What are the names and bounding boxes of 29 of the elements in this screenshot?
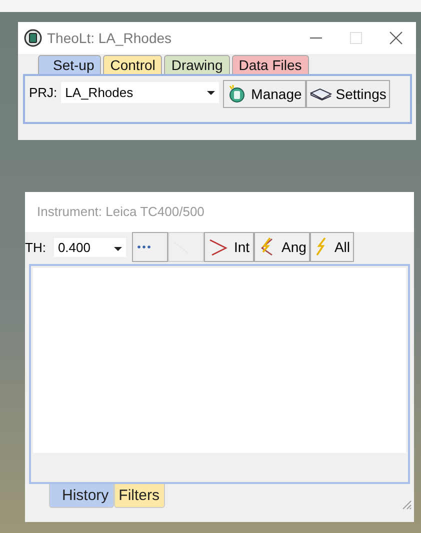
tool-button[interactable]: Int <box>204 232 254 262</box>
maximize-icon[interactable] <box>349 31 363 45</box>
tab[interactable]: Filters <box>114 484 165 508</box>
threshold-dropdown[interactable]: 0.400 <box>54 238 126 256</box>
app-icon <box>24 29 42 47</box>
tab[interactable]: History <box>49 484 114 508</box>
settings-button[interactable]: Settings <box>306 80 390 108</box>
tool-button[interactable]: All <box>310 232 354 262</box>
caret-icon <box>114 246 122 250</box>
threshold-label: TH: <box>25 240 46 254</box>
book-icon <box>310 87 332 101</box>
tool-button[interactable]: Ang <box>254 232 310 262</box>
lightning-icon <box>314 237 328 257</box>
window-title: TheoLt: LA_Rhodes <box>47 30 173 46</box>
tab[interactable]: Control <box>103 55 162 74</box>
window-title: Instrument: Leica TC400/500 <box>25 192 414 232</box>
project-label: PRJ: <box>28 84 58 102</box>
dots-icon <box>136 245 152 249</box>
tab[interactable]: Data Files <box>232 55 309 74</box>
close-icon[interactable] <box>389 31 403 45</box>
app-icon <box>227 84 248 104</box>
tab[interactable]: Set-up <box>38 55 102 74</box>
resize-grip-icon <box>400 498 412 510</box>
tool-button[interactable] <box>132 232 168 262</box>
caret-icon <box>207 91 216 95</box>
project-dropdown[interactable]: LA_Rhodes <box>61 82 220 103</box>
manage-button[interactable]: Manage <box>223 80 306 108</box>
angle-icon <box>208 238 228 256</box>
tab[interactable]: Drawing <box>164 55 230 74</box>
